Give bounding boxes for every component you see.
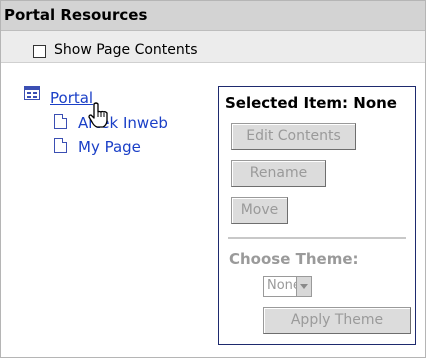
- portal-icon: [24, 86, 40, 100]
- tree-node-portal[interactable]: Portal: [50, 89, 93, 107]
- rename-button[interactable]: Rename: [231, 160, 326, 187]
- panel-title: Portal Resources: [4, 6, 148, 24]
- show-page-contents-checkbox[interactable]: [33, 45, 46, 58]
- edit-contents-button[interactable]: Edit Contents: [231, 123, 356, 150]
- selected-item-title: Selected Item: None: [225, 94, 397, 112]
- page-icon: [54, 138, 67, 153]
- theme-select[interactable]: None: [263, 276, 312, 297]
- selected-item-panel: Selected Item: None Edit Contents Rename…: [218, 86, 416, 345]
- panel-divider: [228, 237, 406, 239]
- apply-theme-button[interactable]: Apply Theme: [263, 307, 411, 334]
- move-button[interactable]: Move: [231, 197, 288, 224]
- show-page-contents-label: Show Page Contents: [54, 42, 198, 58]
- panel-header: Portal Resources: [1, 1, 425, 31]
- hand-cursor-icon: [88, 102, 108, 128]
- page-icon: [54, 114, 67, 129]
- tree-node-my-page[interactable]: My Page: [78, 138, 141, 156]
- choose-theme-label: Choose Theme:: [229, 250, 359, 268]
- chevron-down-icon: [296, 277, 311, 296]
